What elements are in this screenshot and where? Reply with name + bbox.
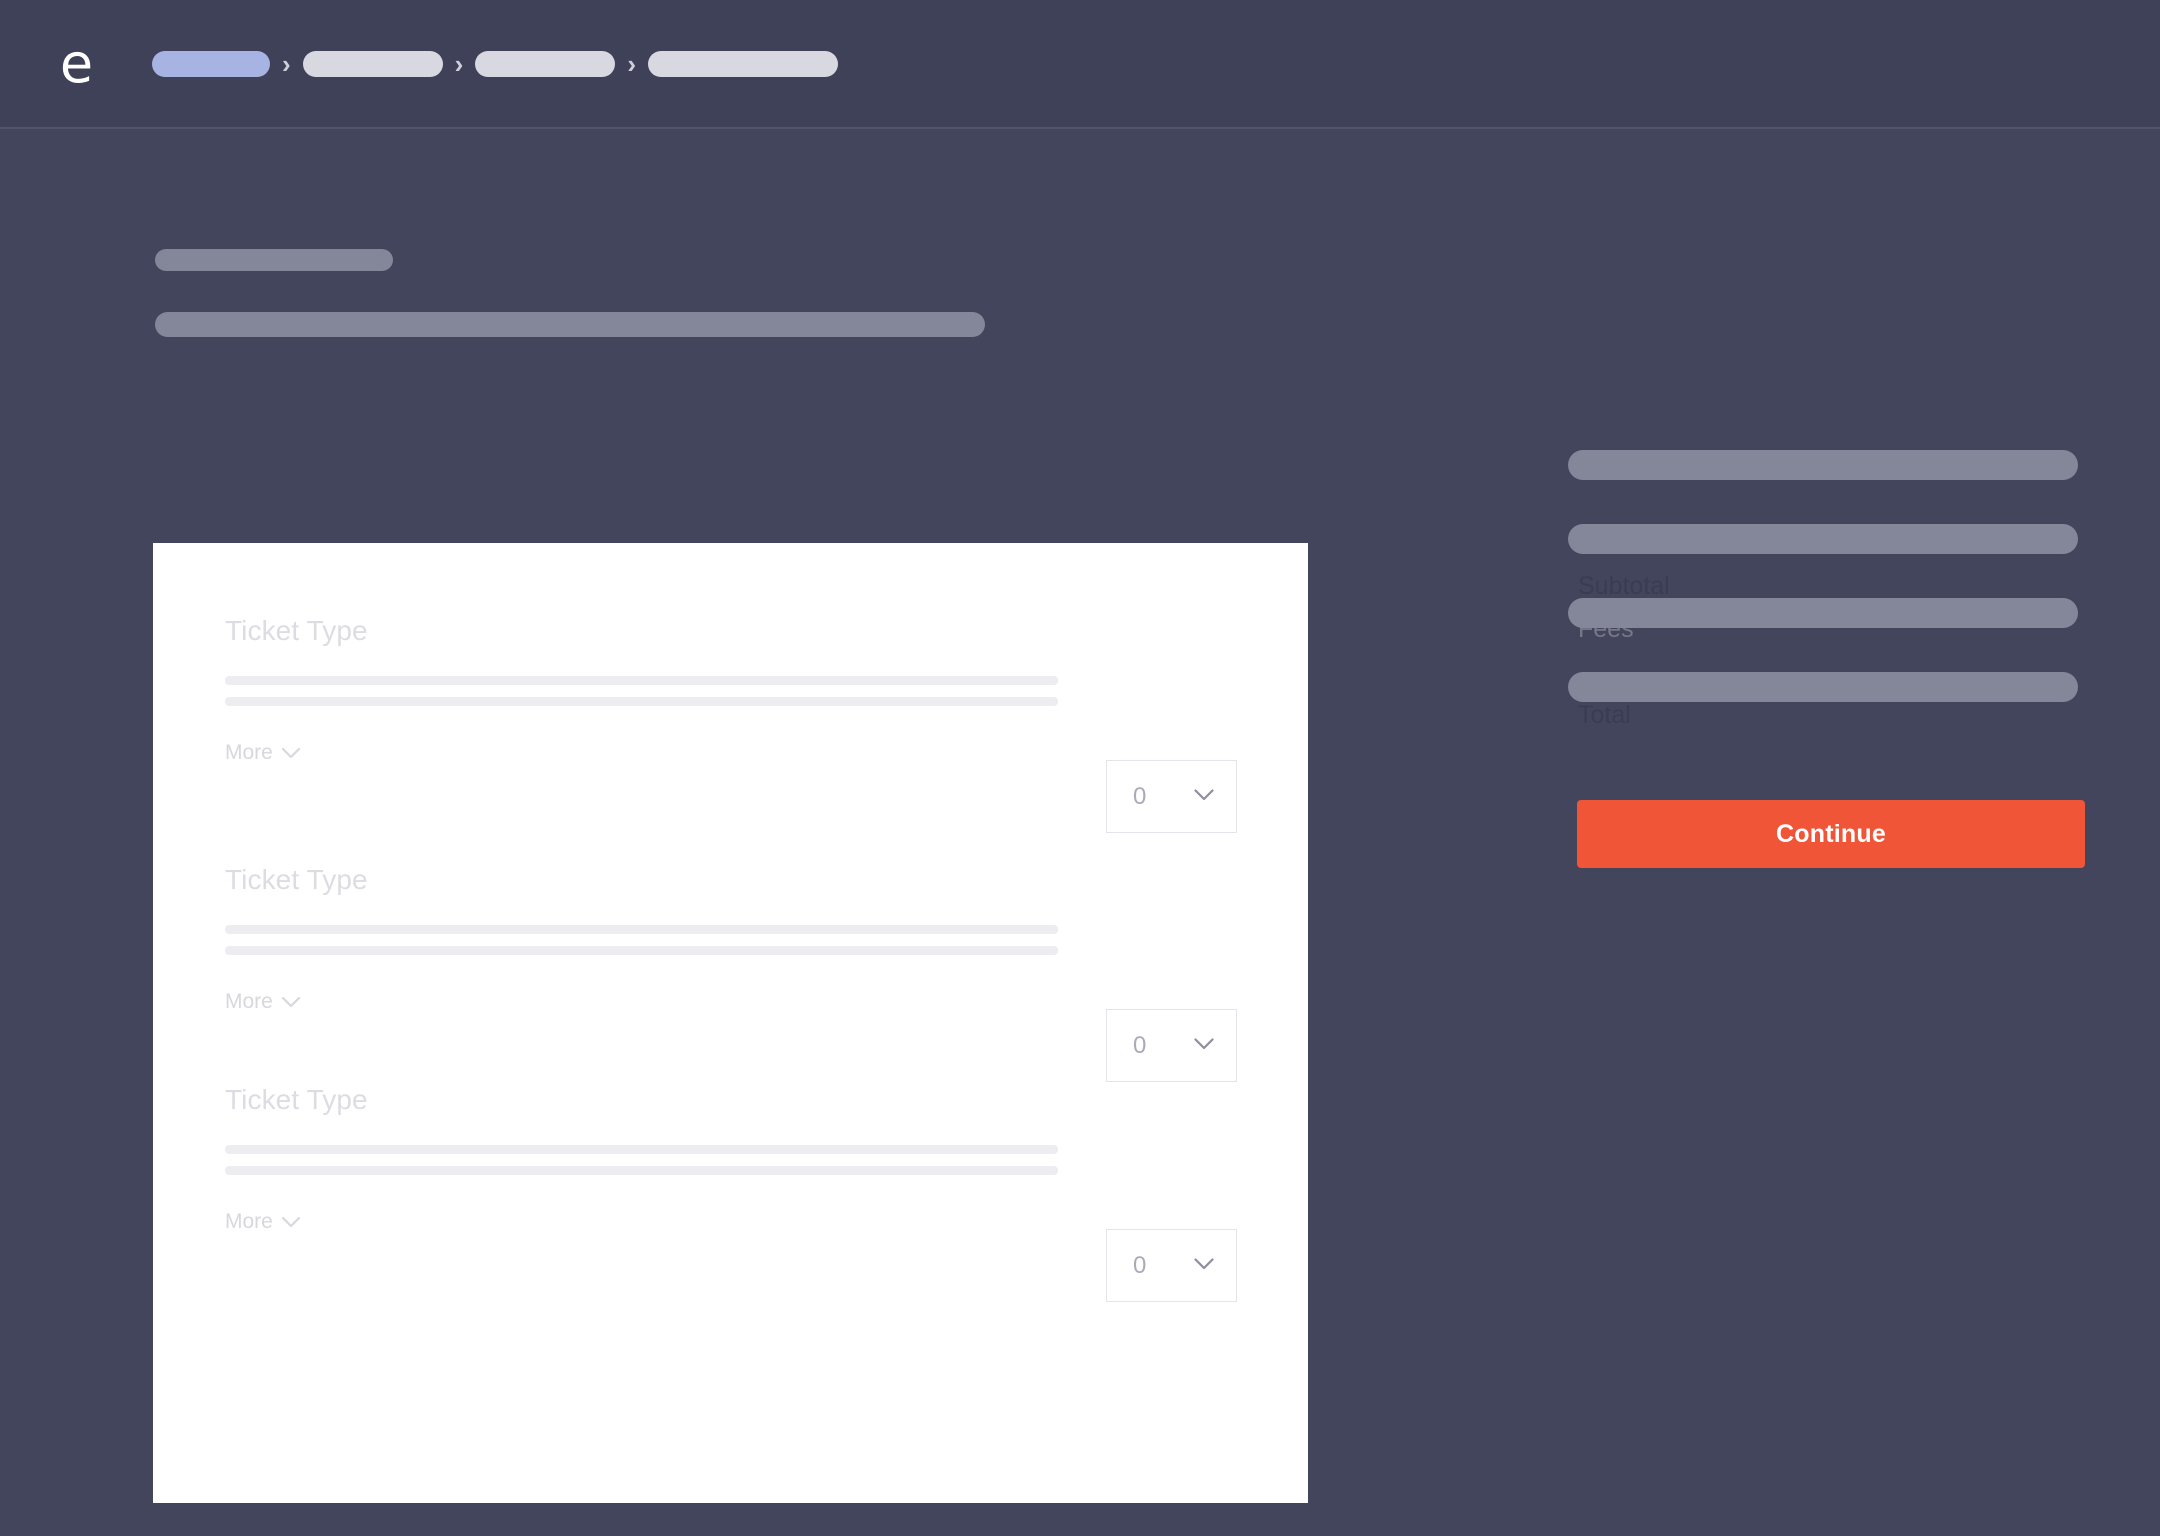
ticket-description-skeleton-1 [225,676,1058,685]
ticket-quantity-select[interactable]: 0 [1106,1009,1237,1082]
chevron-down-icon [281,741,300,765]
ticket-quantity-value: 0 [1133,1031,1147,1059]
continue-button[interactable]: Continue [1577,800,2085,868]
chevron-down-icon [1194,1257,1214,1275]
chevron-down-icon [1194,1037,1214,1055]
ticket-type-label: Ticket Type [225,615,368,646]
app-header: e › › › [0,0,2160,129]
ticket-type-label: Ticket Type [225,1084,368,1115]
order-total-label: Total [1578,701,1631,729]
breadcrumb-separator-icon: › [282,48,291,79]
ticket-quantity-select[interactable]: 0 [1106,760,1237,833]
ticket-more-label: More [225,741,273,764]
ticket-description-skeleton-2 [225,697,1058,706]
ticket-description-skeleton-1 [225,1145,1058,1154]
breadcrumb-step-2[interactable] [302,50,443,77]
breadcrumb-step-3[interactable] [475,50,616,77]
chevron-down-icon [281,1210,300,1234]
ticket-row: Ticket Type More [225,614,1236,765]
breadcrumb-step-1[interactable] [152,50,270,77]
ticket-type-label: Ticket Type [225,864,368,895]
order-line-item-skeleton [1568,450,2078,480]
order-subtotal-label: Subtotal [1578,572,1670,600]
breadcrumb-separator-icon: › [627,48,637,79]
ticket-row: Ticket Type More [225,1083,1236,1234]
chevron-down-icon [1194,788,1214,806]
order-fees-skeleton [1568,598,2078,628]
ticket-quantity-value: 0 [1133,1251,1147,1279]
ticket-more-toggle[interactable]: More [225,990,300,1014]
ticket-quantity-value: 0 [1133,782,1147,810]
breadcrumb-step-4[interactable] [648,50,839,77]
order-total-skeleton [1568,672,2078,702]
event-title-skeleton [155,249,393,271]
page-body: Ticket Type More Ticket Type More Ticket… [0,131,2160,1536]
ticket-more-label: More [225,990,273,1013]
ticket-description-skeleton-1 [225,925,1058,934]
ticket-description-skeleton-2 [225,946,1058,955]
event-subtitle-skeleton [155,312,985,337]
eventbrite-logo[interactable]: e [52,36,100,90]
order-subtotal-skeleton [1568,524,2078,554]
breadcrumb-separator-icon: › [454,48,464,79]
chevron-down-icon [281,990,300,1014]
ticket-more-toggle[interactable]: More [225,1210,300,1234]
ticket-quantity-select[interactable]: 0 [1106,1229,1237,1302]
ticket-more-toggle[interactable]: More [225,741,300,765]
breadcrumb: › › › [152,48,839,79]
ticket-description-skeleton-2 [225,1166,1058,1175]
ticket-more-label: More [225,1210,273,1233]
ticket-row: Ticket Type More [225,863,1236,1014]
